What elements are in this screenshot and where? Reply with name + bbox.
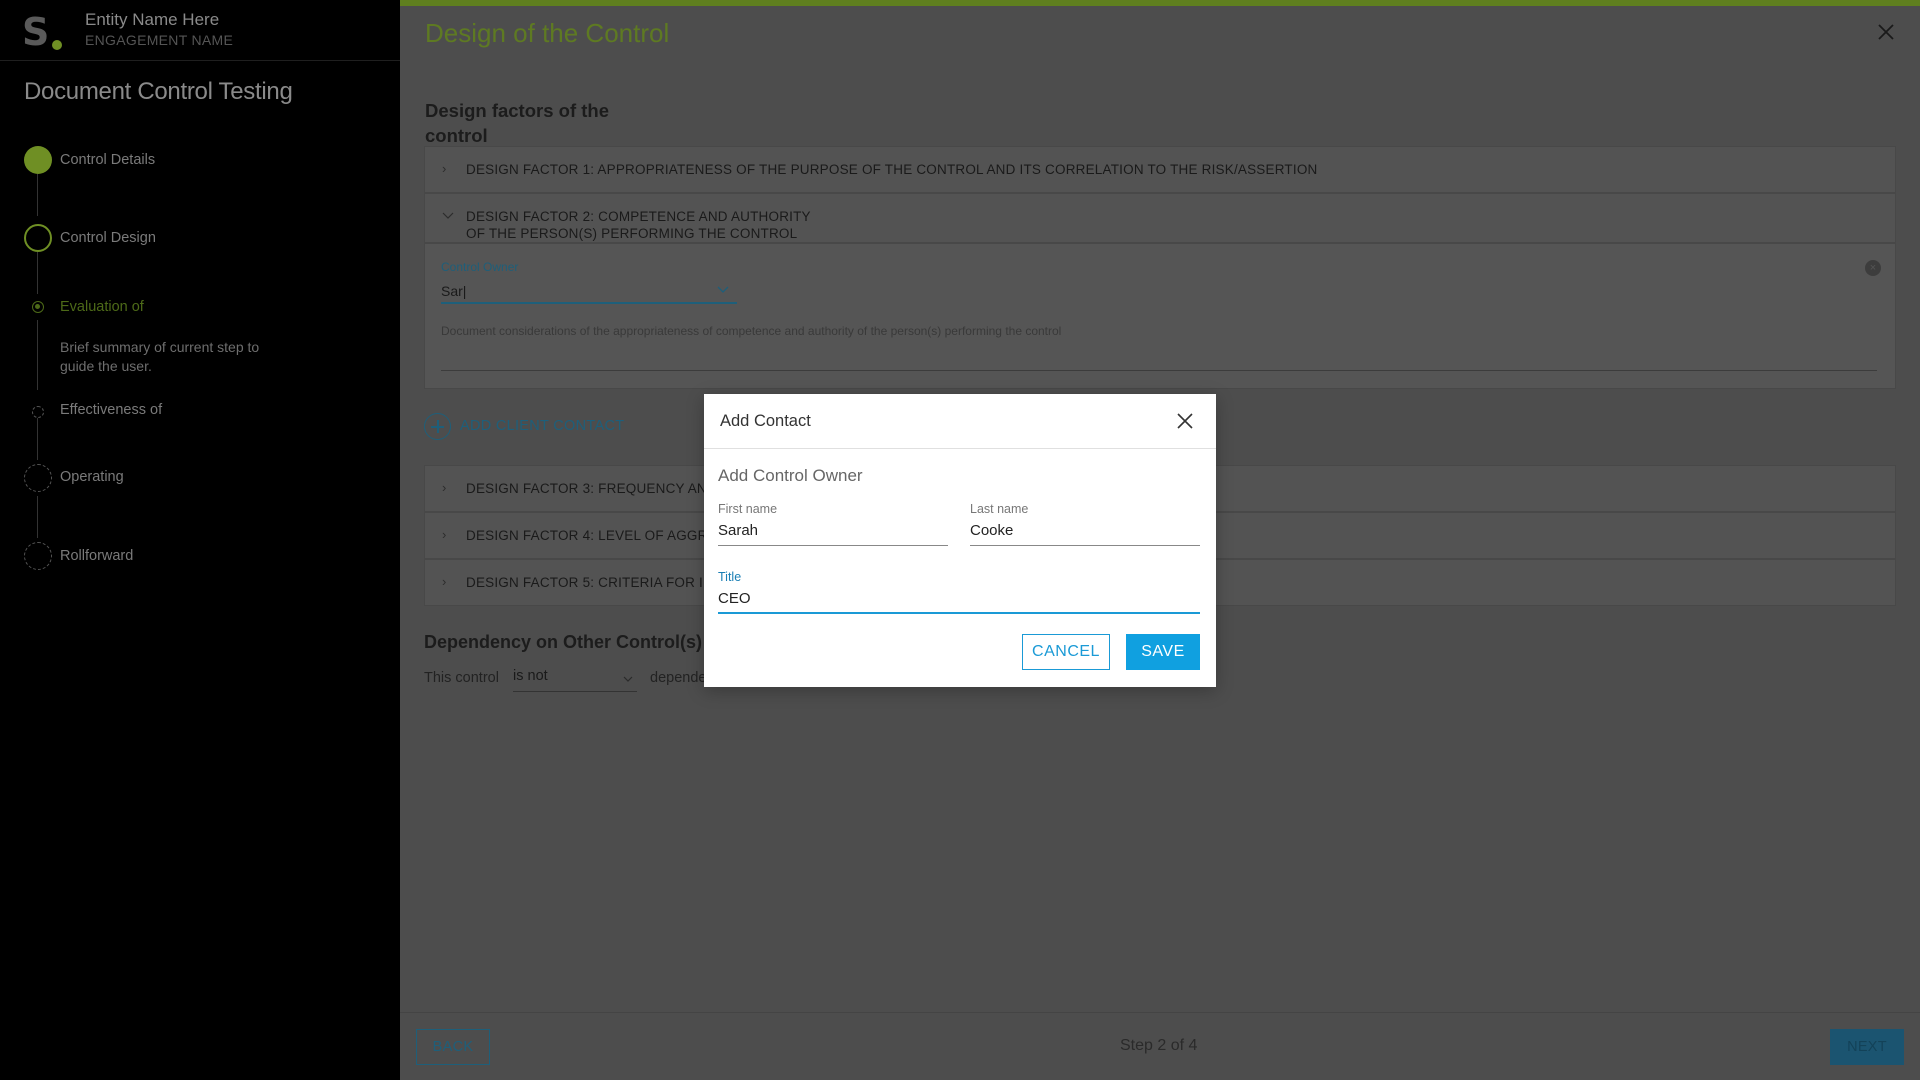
chevron-right-icon: › — [442, 574, 447, 589]
accordion-label: DESIGN FACTOR 5: CRITERIA FOR IN — [466, 575, 713, 590]
accordion-label-line1: DESIGN FACTOR 2: COMPETENCE AND AUTHORIT… — [466, 209, 811, 224]
title-field[interactable]: CEO — [718, 588, 1200, 614]
step-pending-icon — [24, 542, 52, 570]
substep-pending-icon — [32, 406, 44, 418]
engagement-name: ENGAGEMENT NAME — [85, 32, 234, 48]
step-connector — [37, 252, 38, 294]
chevron-down-icon — [623, 676, 633, 682]
accordion-label: DESIGN FACTOR 3: FREQUENCY AND — [466, 481, 717, 496]
dependency-suffix: depende — [650, 670, 707, 686]
page-title: Design of the Control — [425, 18, 670, 48]
design-factor-2-accordion[interactable]: DESIGN FACTOR 2: COMPETENCE AND AUTHORIT… — [424, 193, 1896, 243]
sidebar-divider — [0, 60, 400, 61]
back-button[interactable]: BACK — [416, 1029, 490, 1065]
step-label: Effectiveness of — [60, 402, 163, 418]
step-label: Control Design — [60, 230, 156, 246]
dependency-prefix: This control — [424, 670, 499, 686]
accordion-label: DESIGN FACTOR 1: APPROPRIATENESS OF THE … — [466, 162, 1318, 177]
save-button[interactable]: SAVE — [1126, 634, 1200, 670]
chevron-right-icon: › — [442, 161, 447, 176]
title-label: Title — [718, 570, 742, 584]
control-owner-note[interactable]: Document considerations of the appropria… — [441, 324, 1061, 338]
first-name-label: First name — [718, 502, 778, 516]
control-owner-label: Control Owner — [441, 260, 519, 274]
chevron-down-icon — [442, 212, 454, 219]
section-heading: Design factors of the control — [425, 100, 609, 146]
step-label: Rollforward — [60, 548, 134, 564]
accordion-label: DESIGN FACTOR 4: LEVEL OF AGGRE — [466, 528, 717, 543]
app-logo: S — [22, 12, 66, 52]
control-owner-input[interactable]: Sar| — [441, 280, 737, 304]
step-complete-icon — [24, 146, 52, 174]
remove-icon[interactable]: × — [1865, 260, 1881, 276]
design-factor-2-panel: Control Owner Sar| × Document considerat… — [424, 243, 1896, 389]
chevron-down-icon[interactable] — [717, 286, 729, 294]
modal-subtitle: Add Control Owner — [718, 466, 863, 485]
dependency-select-value: is not — [513, 668, 548, 684]
step-label: Evaluation of — [60, 299, 144, 315]
step-pending-icon — [24, 464, 52, 492]
footer-bar: BACK Step 2 of 4 NEXT — [400, 1012, 1920, 1080]
last-name-label: Last name — [970, 502, 1029, 516]
step-connector — [37, 174, 38, 216]
next-button[interactable]: NEXT — [1830, 1029, 1904, 1065]
step-label: Control Details — [60, 152, 156, 168]
cancel-button[interactable]: CANCEL — [1022, 634, 1110, 670]
step-description: Brief summary of current step to guide t… — [60, 339, 260, 374]
modal-header: Add Contact — [704, 394, 1216, 449]
accordion-label-line2: OF THE PERSON(S) PERFORMING THE CONTROL — [466, 226, 798, 241]
step-current-icon — [24, 224, 52, 252]
add-client-contact-label: ADD CLIENT CONTACT — [460, 418, 625, 434]
note-underline — [441, 370, 1877, 371]
substep-active-icon — [32, 301, 44, 313]
dependency-heading: Dependency on Other Control(s) — [424, 632, 703, 652]
add-contact-modal: Add Contact Add Control Owner First name… — [704, 394, 1216, 687]
dependency-select[interactable]: is not — [513, 668, 637, 692]
last-name-field[interactable]: Cooke — [970, 520, 1200, 546]
step-label: Operating Effectiveness — [60, 469, 124, 485]
top-accent-bar — [400, 0, 1920, 6]
modal-title: Add Contact — [720, 412, 811, 430]
step-connector — [37, 418, 38, 460]
design-factor-1-accordion[interactable]: › DESIGN FACTOR 1: APPROPRIATENESS OF TH… — [424, 146, 1896, 193]
close-icon[interactable] — [1176, 412, 1194, 430]
step-connector — [37, 320, 38, 390]
sidebar: S Entity Name Here ENGAGEMENT NAME Docum… — [0, 0, 400, 1080]
sidebar-title: Document Control Testing — [24, 78, 293, 105]
first-name-field[interactable]: Sarah — [718, 520, 948, 546]
chevron-right-icon: › — [442, 527, 447, 542]
step-counter: Step 2 of 4 — [1120, 1037, 1198, 1054]
add-circle-icon — [424, 413, 451, 440]
close-icon[interactable] — [1874, 20, 1898, 44]
step-connector — [37, 496, 38, 538]
chevron-right-icon: › — [442, 480, 447, 495]
entity-name: Entity Name Here — [85, 10, 220, 29]
